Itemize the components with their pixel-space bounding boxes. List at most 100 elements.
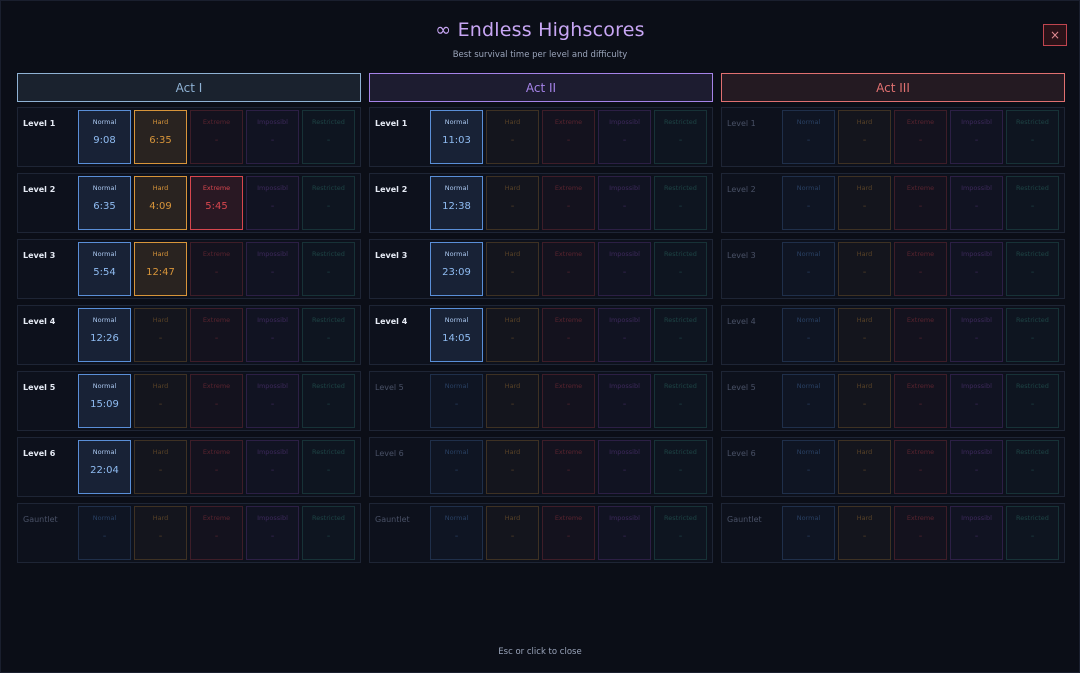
score-cell-hard[interactable]: Hard - <box>838 308 891 362</box>
score-cell-normal[interactable]: Normal 22:04 <box>78 440 131 494</box>
score-cell-hard[interactable]: Hard 4:09 <box>134 176 187 230</box>
score-cell-impossibl[interactable]: Impossibl - <box>598 440 651 494</box>
close-button[interactable]: × <box>1043 24 1067 46</box>
score-cell-impossibl[interactable]: Impossibl - <box>950 242 1003 296</box>
score-cell-hard[interactable]: Hard 6:35 <box>134 110 187 164</box>
score-cell-restricted[interactable]: Restricted - <box>654 176 707 230</box>
score-cell-impossibl[interactable]: Impossibl - <box>950 506 1003 560</box>
score-cell-restricted[interactable]: Restricted - <box>302 176 355 230</box>
score-cell-restricted[interactable]: Restricted - <box>654 506 707 560</box>
score-cell-restricted[interactable]: Restricted - <box>654 110 707 164</box>
score-cell-normal[interactable]: Normal - <box>430 440 483 494</box>
score-cell-impossibl[interactable]: Impossibl - <box>246 506 299 560</box>
score-cell-extreme[interactable]: Extreme - <box>894 242 947 296</box>
score-cell-hard[interactable]: Hard - <box>134 308 187 362</box>
score-cell-hard[interactable]: Hard - <box>134 440 187 494</box>
score-cell-normal[interactable]: Normal - <box>782 242 835 296</box>
score-cell-extreme[interactable]: Extreme - <box>542 242 595 296</box>
score-cell-normal[interactable]: Normal - <box>430 506 483 560</box>
score-cell-normal[interactable]: Normal 11:03 <box>430 110 483 164</box>
score-cell-hard[interactable]: Hard - <box>838 110 891 164</box>
score-cell-hard[interactable]: Hard - <box>838 374 891 428</box>
score-cell-hard[interactable]: Hard - <box>486 242 539 296</box>
score-cell-normal[interactable]: Normal 12:38 <box>430 176 483 230</box>
score-cell-restricted[interactable]: Restricted - <box>302 242 355 296</box>
score-cell-normal[interactable]: Normal 9:08 <box>78 110 131 164</box>
score-cell-impossibl[interactable]: Impossibl - <box>246 308 299 362</box>
score-cell-restricted[interactable]: Restricted - <box>302 110 355 164</box>
score-cell-normal[interactable]: Normal - <box>78 506 131 560</box>
score-cell-restricted[interactable]: Restricted - <box>1006 242 1059 296</box>
act-header[interactable]: Act III <box>721 73 1065 102</box>
score-cell-hard[interactable]: Hard - <box>134 506 187 560</box>
score-cell-normal[interactable]: Normal 15:09 <box>78 374 131 428</box>
score-cell-hard[interactable]: Hard - <box>838 242 891 296</box>
score-cell-extreme[interactable]: Extreme - <box>190 308 243 362</box>
score-cell-restricted[interactable]: Restricted - <box>302 440 355 494</box>
score-cell-extreme[interactable]: Extreme - <box>190 374 243 428</box>
score-cell-hard[interactable]: Hard - <box>838 176 891 230</box>
score-cell-restricted[interactable]: Restricted - <box>1006 374 1059 428</box>
act-header[interactable]: Act II <box>369 73 713 102</box>
score-cell-normal[interactable]: Normal - <box>782 374 835 428</box>
score-cell-hard[interactable]: Hard - <box>486 308 539 362</box>
score-cell-impossibl[interactable]: Impossibl - <box>246 242 299 296</box>
score-cell-impossibl[interactable]: Impossibl - <box>598 242 651 296</box>
score-cell-restricted[interactable]: Restricted - <box>654 242 707 296</box>
score-cell-extreme[interactable]: Extreme - <box>542 440 595 494</box>
score-cell-extreme[interactable]: Extreme - <box>894 110 947 164</box>
score-cell-normal[interactable]: Normal - <box>782 308 835 362</box>
score-cell-impossibl[interactable]: Impossibl - <box>598 374 651 428</box>
score-cell-impossibl[interactable]: Impossibl - <box>598 176 651 230</box>
score-cell-impossibl[interactable]: Impossibl - <box>950 110 1003 164</box>
score-cell-restricted[interactable]: Restricted - <box>1006 176 1059 230</box>
score-cell-hard[interactable]: Hard - <box>486 440 539 494</box>
score-cell-normal[interactable]: Normal 14:05 <box>430 308 483 362</box>
score-cell-extreme[interactable]: Extreme 5:45 <box>190 176 243 230</box>
score-cell-normal[interactable]: Normal - <box>782 440 835 494</box>
score-cell-impossibl[interactable]: Impossibl - <box>598 506 651 560</box>
score-cell-normal[interactable]: Normal 6:35 <box>78 176 131 230</box>
score-cell-impossibl[interactable]: Impossibl - <box>950 176 1003 230</box>
score-cell-impossibl[interactable]: Impossibl - <box>950 374 1003 428</box>
score-cell-extreme[interactable]: Extreme - <box>542 110 595 164</box>
score-cell-restricted[interactable]: Restricted - <box>1006 440 1059 494</box>
score-cell-hard[interactable]: Hard - <box>486 506 539 560</box>
score-cell-restricted[interactable]: Restricted - <box>654 308 707 362</box>
score-cell-hard[interactable]: Hard - <box>486 176 539 230</box>
score-cell-normal[interactable]: Normal 23:09 <box>430 242 483 296</box>
score-cell-impossibl[interactable]: Impossibl - <box>246 110 299 164</box>
score-cell-normal[interactable]: Normal - <box>782 176 835 230</box>
score-cell-extreme[interactable]: Extreme - <box>894 176 947 230</box>
score-cell-restricted[interactable]: Restricted - <box>302 506 355 560</box>
score-cell-hard[interactable]: Hard - <box>134 374 187 428</box>
score-cell-extreme[interactable]: Extreme - <box>190 242 243 296</box>
score-cell-extreme[interactable]: Extreme - <box>542 374 595 428</box>
score-cell-restricted[interactable]: Restricted - <box>1006 506 1059 560</box>
score-cell-hard[interactable]: Hard - <box>486 374 539 428</box>
score-cell-extreme[interactable]: Extreme - <box>190 110 243 164</box>
score-cell-extreme[interactable]: Extreme - <box>542 308 595 362</box>
score-cell-extreme[interactable]: Extreme - <box>542 506 595 560</box>
score-cell-restricted[interactable]: Restricted - <box>302 374 355 428</box>
score-cell-extreme[interactable]: Extreme - <box>894 374 947 428</box>
score-cell-hard[interactable]: Hard - <box>838 440 891 494</box>
score-cell-restricted[interactable]: Restricted - <box>1006 110 1059 164</box>
score-cell-normal[interactable]: Normal - <box>430 374 483 428</box>
score-cell-normal[interactable]: Normal 12:26 <box>78 308 131 362</box>
score-cell-impossibl[interactable]: Impossibl - <box>598 110 651 164</box>
score-cell-hard[interactable]: Hard - <box>486 110 539 164</box>
score-cell-hard[interactable]: Hard - <box>838 506 891 560</box>
score-cell-normal[interactable]: Normal - <box>782 110 835 164</box>
score-cell-restricted[interactable]: Restricted - <box>654 374 707 428</box>
score-cell-normal[interactable]: Normal 5:54 <box>78 242 131 296</box>
score-cell-impossibl[interactable]: Impossibl - <box>598 308 651 362</box>
score-cell-impossibl[interactable]: Impossibl - <box>950 440 1003 494</box>
score-cell-impossibl[interactable]: Impossibl - <box>246 176 299 230</box>
score-cell-hard[interactable]: Hard 12:47 <box>134 242 187 296</box>
score-cell-extreme[interactable]: Extreme - <box>190 506 243 560</box>
score-cell-impossibl[interactable]: Impossibl - <box>246 440 299 494</box>
score-cell-extreme[interactable]: Extreme - <box>190 440 243 494</box>
score-cell-restricted[interactable]: Restricted - <box>654 440 707 494</box>
act-header[interactable]: Act I <box>17 73 361 102</box>
